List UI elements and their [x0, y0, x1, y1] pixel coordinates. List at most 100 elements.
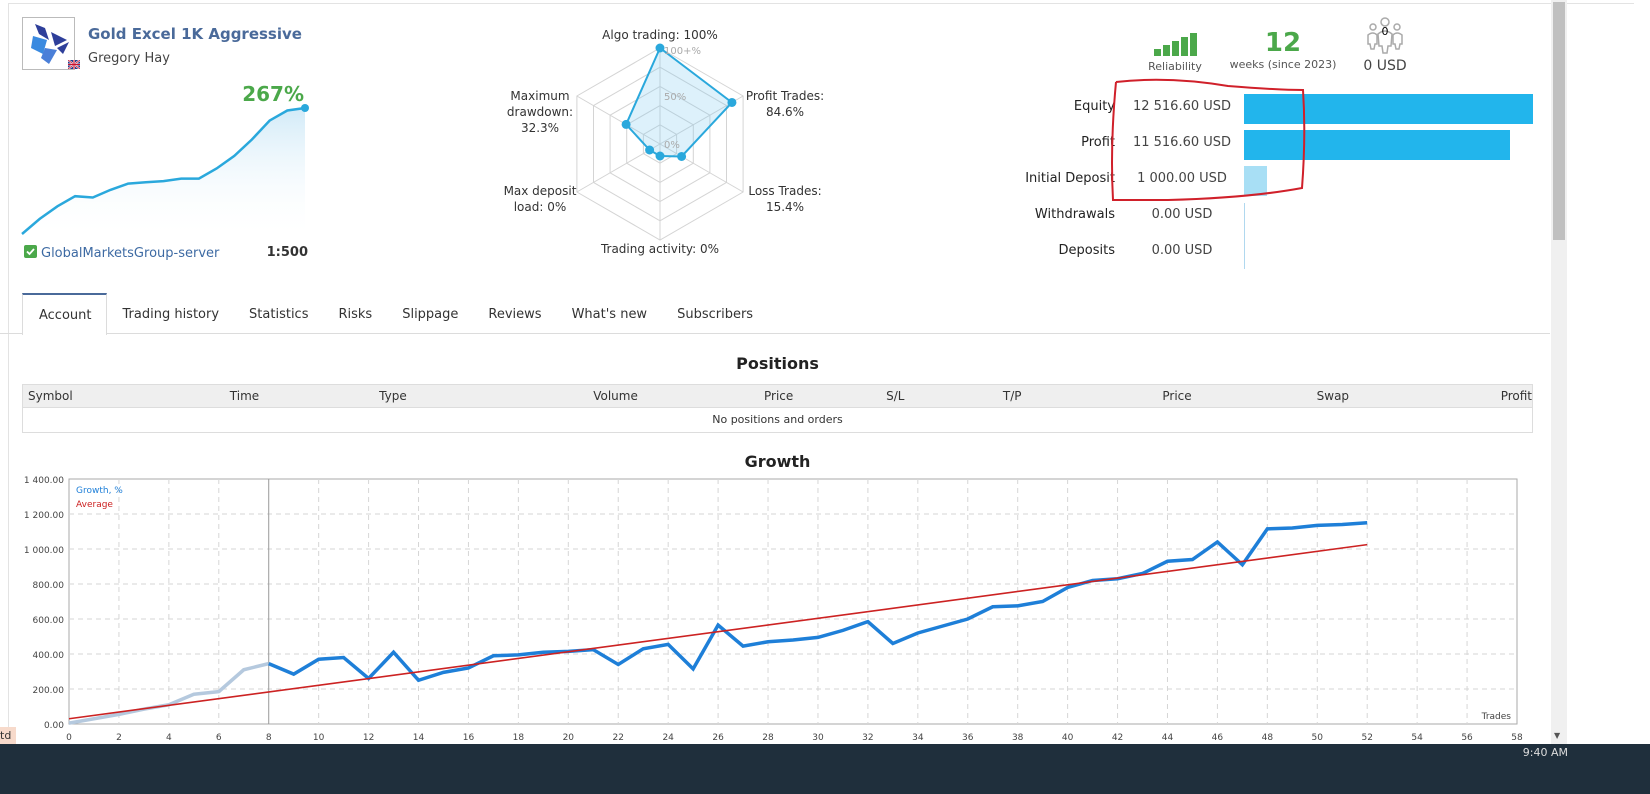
x-tick-label: 54	[1411, 733, 1423, 743]
x-tick-label: 24	[662, 733, 674, 743]
radar-label-drawdown-line2: drawdown:	[506, 105, 574, 119]
radar-chart: 100+% 50% 0% Algo trading: 100% Profit Tra…	[490, 20, 840, 265]
fin-label: Withdrawals	[1034, 207, 1115, 222]
x-tick-label: 30	[812, 733, 824, 743]
subscribers-icon: 0	[1365, 16, 1405, 54]
fin-label: Profit	[1081, 135, 1115, 150]
tab-slippage[interactable]: Slippage	[386, 293, 472, 334]
x-tick-label: 58	[1511, 733, 1523, 743]
x-tick-label: 40	[1062, 733, 1074, 743]
positions-title: Positions	[736, 354, 819, 373]
col-type[interactable]: Type	[259, 385, 407, 407]
tab-whats-new[interactable]: What's new	[556, 293, 662, 334]
x-tick-label: 12	[363, 733, 374, 743]
verified-check-icon	[24, 245, 37, 262]
fin-bar	[1244, 130, 1510, 160]
col-price[interactable]: Price	[638, 385, 793, 407]
x-tick-label: 50	[1312, 733, 1324, 743]
tab-statistics[interactable]: Statistics	[233, 293, 322, 334]
fin-value: 0.00 USD	[1151, 243, 1213, 258]
weeks-counter: 12 weeks (since 2023)	[1228, 28, 1338, 71]
y-tick-label: 200.00	[33, 686, 65, 696]
radar-label-drawdown-line1: Maximum	[510, 89, 570, 103]
weeks-value: 12	[1264, 28, 1302, 58]
growth-title: Growth	[744, 452, 811, 471]
tab-subscribers[interactable]: Subscribers	[661, 293, 767, 334]
x-tick-label: 2	[116, 733, 122, 743]
x-tick-label: 48	[1262, 733, 1274, 743]
fin-label: Deposits	[1058, 243, 1115, 258]
positions-header-row: Symbol Time Type Volume Price S/L T/P Pr…	[23, 385, 1532, 408]
reliability-label: Reliability	[1148, 60, 1202, 73]
x-tick-label: 36	[962, 733, 974, 743]
radar-label-activity: Trading activity: 0%	[600, 242, 720, 256]
col-sl[interactable]: S/L	[793, 385, 904, 407]
os-taskbar: 9:40 AM	[0, 744, 1650, 794]
x-tick-label: 16	[463, 733, 475, 743]
col-volume[interactable]: Volume	[407, 385, 638, 407]
radar-label-deposit-load: Max deposit load: 0%	[495, 183, 585, 215]
fin-bar-axis	[1244, 203, 1245, 269]
financial-row-profit: Profit 11 516.60 USD	[1000, 130, 1620, 160]
col-swap[interactable]: Swap	[1192, 385, 1349, 407]
radar-label-loss: Loss Trades: 15.4%	[740, 183, 830, 215]
radar-graphic: 100+% 50% 0%	[576, 43, 744, 241]
tab-bar: Account Trading history Statistics Risks…	[22, 293, 767, 335]
x-tick-label: 46	[1212, 733, 1224, 743]
positions-table: Symbol Time Type Volume Price S/L T/P Pr…	[22, 384, 1533, 433]
radar-label-drawdown-value: 32.3%	[520, 121, 560, 135]
radar-label-drawdown: Maximum drawdown: 32.3%	[495, 88, 585, 136]
y-tick-label: 0.00	[44, 721, 64, 731]
radar-scale-label: 50%	[664, 92, 686, 103]
scroll-down-arrow-icon[interactable]: ▼	[1554, 731, 1560, 740]
tab-reviews[interactable]: Reviews	[472, 293, 555, 334]
tab-account[interactable]: Account	[22, 293, 107, 335]
y-tick-label: 600.00	[33, 616, 65, 626]
col-tp[interactable]: T/P	[904, 385, 1022, 407]
radar-scale-label: 100+%	[664, 46, 701, 57]
signal-bars-icon	[1145, 32, 1205, 56]
signal-title[interactable]: Gold Excel 1K Aggressive	[88, 25, 302, 43]
financial-row-deposits: Deposits 0.00 USD	[1000, 238, 1620, 268]
radar-point	[727, 97, 737, 107]
x-tick-label: 4	[166, 733, 172, 743]
server-link[interactable]: GlobalMarketsGroup-server	[24, 245, 219, 262]
weeks-label: weeks (since 2023)	[1229, 58, 1337, 71]
fin-bar	[1244, 166, 1268, 196]
x-tick-label: 14	[413, 733, 425, 743]
radar-label-loss-title: Loss Trades:	[748, 184, 822, 198]
fin-value: 12 516.60 USD	[1132, 99, 1232, 114]
x-tick-label: 44	[1162, 733, 1174, 743]
tab-trading-history[interactable]: Trading history	[107, 293, 234, 334]
financial-row-withdrawals: Withdrawals 0.00 USD	[1000, 202, 1620, 232]
fin-value: 11 516.60 USD	[1132, 135, 1232, 150]
positions-empty-message: No positions and orders	[712, 413, 843, 426]
x-axis-label: Trades	[1481, 712, 1512, 722]
x-tick-label: 26	[712, 733, 724, 743]
fin-value: 0.00 USD	[1151, 207, 1213, 222]
radar-label-loss-value: 15.4%	[765, 200, 805, 214]
scrollbar-thumb[interactable]	[1553, 2, 1565, 240]
radar-point	[621, 119, 631, 129]
radar-label-profit-value: 84.6%	[765, 105, 805, 119]
col-time[interactable]: Time	[82, 385, 259, 407]
fin-label: Equity	[1073, 99, 1115, 114]
growth-chart: 0.00 200.00 400.00 600.00 800.00 1 000.00 1 20…	[24, 476, 1523, 743]
subscribers-indicator[interactable]: 0 0 USD	[1355, 16, 1415, 74]
radar-label-profit: Profit Trades: 84.6%	[740, 88, 830, 120]
col-price-current[interactable]: Price	[1021, 385, 1191, 407]
page-scrollbar[interactable]: ▼	[1551, 0, 1567, 744]
author-name[interactable]: Gregory Hay	[88, 51, 170, 66]
reliability-indicator[interactable]: Reliability	[1145, 32, 1205, 73]
x-tick-label: 34	[912, 733, 924, 743]
leverage: 1:500	[266, 245, 308, 260]
mini-chart-endpoint	[301, 104, 309, 112]
y-tick-label: 400.00	[33, 651, 65, 661]
col-profit[interactable]: Profit	[1349, 385, 1532, 407]
radar-label-deposit-title: Max deposit	[503, 184, 577, 198]
tab-risks[interactable]: Risks	[322, 293, 386, 334]
x-tick-label: 56	[1461, 733, 1473, 743]
x-tick-label: 0	[66, 733, 72, 743]
col-symbol[interactable]: Symbol	[23, 385, 82, 407]
uk-flag-icon	[67, 54, 81, 70]
